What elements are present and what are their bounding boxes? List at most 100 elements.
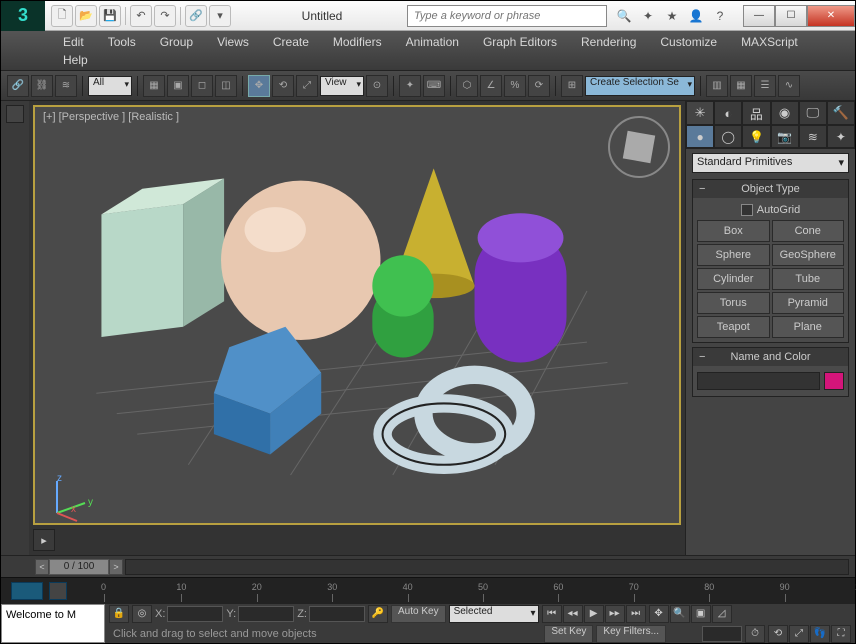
key-icon[interactable]: 🔑 — [368, 605, 388, 623]
link-icon[interactable]: 🔗 — [7, 75, 29, 97]
spinner-snap-icon[interactable]: ⟳ — [528, 75, 550, 97]
new-file-icon[interactable]: 🗋 — [51, 5, 73, 27]
menu-rendering[interactable]: Rendering — [569, 33, 648, 51]
named-selection-dropdown[interactable]: Create Selection Se — [585, 76, 695, 96]
timeline-track[interactable] — [125, 559, 849, 575]
object-color-swatch[interactable] — [824, 372, 844, 390]
tab-modify-icon[interactable]: ◐ — [714, 101, 742, 125]
tab-utilities-icon[interactable]: 🔨 — [827, 101, 855, 125]
y-input[interactable] — [238, 606, 294, 622]
nav-dolly-icon[interactable]: ⤢ — [789, 625, 809, 643]
keyfilters-button[interactable]: Key Filters... — [596, 625, 666, 643]
frame-input[interactable] — [702, 626, 742, 642]
autogrid-checkbox[interactable] — [741, 204, 753, 216]
btn-cone[interactable]: Cone — [772, 220, 845, 242]
timeline-next-icon[interactable]: > — [109, 559, 123, 575]
tab-motion-icon[interactable]: ◉ — [771, 101, 799, 125]
named-sel-icon[interactable]: ⊞ — [561, 75, 583, 97]
save-file-icon[interactable]: 💾 — [99, 5, 121, 27]
prev-frame-icon[interactable]: ◂◂ — [563, 605, 583, 623]
track-ruler-scale[interactable]: 0 10 20 30 40 50 60 70 80 90 100 — [101, 578, 855, 603]
axis-gizmo[interactable]: zyx — [43, 473, 93, 523]
menu-maxscript[interactable]: MAXScript — [729, 33, 810, 51]
maximize-button[interactable]: ☐ — [775, 5, 807, 27]
lock-icon[interactable]: 🔒 — [109, 605, 129, 623]
btn-tube[interactable]: Tube — [772, 268, 845, 290]
btn-teapot[interactable]: Teapot — [697, 316, 770, 338]
nav-fov-icon[interactable]: ◿ — [712, 605, 732, 623]
redo-icon[interactable]: ↷ — [154, 5, 176, 27]
keyboard-icon[interactable]: ⌨ — [423, 75, 445, 97]
rollout-header[interactable]: Object Type — [693, 180, 848, 198]
viewport-perspective[interactable]: [+] [Perspective ] [Realistic ] — [33, 105, 681, 525]
viewcube[interactable] — [609, 117, 669, 177]
nav-orbit-icon[interactable]: ⟲ — [768, 625, 788, 643]
isolate-icon[interactable]: ◎ — [132, 605, 152, 623]
reference-coord-dropdown[interactable]: View — [320, 76, 364, 96]
search-input[interactable] — [407, 5, 607, 27]
play-toggle-icon[interactable]: ▸ — [33, 529, 55, 551]
timeline-thumb[interactable]: 0 / 100 — [49, 559, 109, 575]
rect-select-icon[interactable]: ◻ — [191, 75, 213, 97]
tab-create-icon[interactable]: ✳ — [686, 101, 714, 125]
nav-pan-icon[interactable]: ✥ — [649, 605, 669, 623]
btn-cylinder[interactable]: Cylinder — [697, 268, 770, 290]
setkey-button[interactable]: Set Key — [544, 625, 593, 643]
time-config-icon[interactable]: ⏱ — [745, 625, 765, 643]
btn-plane[interactable]: Plane — [772, 316, 845, 338]
sub-cameras-icon[interactable]: 📷 — [771, 125, 799, 148]
minimize-button[interactable]: — — [743, 5, 775, 27]
nav-zoomext-icon[interactable]: ▣ — [691, 605, 711, 623]
selection-filter-dropdown[interactable]: All — [88, 76, 132, 96]
tab-hierarchy-icon[interactable]: 品 — [742, 101, 770, 125]
align-icon[interactable]: ▦ — [730, 75, 752, 97]
btn-pyramid[interactable]: Pyramid — [772, 292, 845, 314]
menu-help[interactable]: Help — [51, 51, 845, 69]
menu-tools[interactable]: Tools — [96, 33, 148, 51]
layout-preset-icon[interactable] — [6, 105, 24, 123]
track-mini2-icon[interactable] — [49, 582, 67, 600]
play-icon[interactable]: ▶ — [584, 605, 604, 623]
keymode-dropdown[interactable]: Selected — [449, 605, 539, 623]
snap-icon[interactable]: ⬡ — [456, 75, 478, 97]
angle-snap-icon[interactable]: ∠ — [480, 75, 502, 97]
btn-sphere[interactable]: Sphere — [697, 244, 770, 266]
layers-icon[interactable]: ☰ — [754, 75, 776, 97]
viewport-label[interactable]: [+] [Perspective ] [Realistic ] — [43, 111, 179, 123]
user-icon[interactable]: 👤 — [685, 5, 707, 27]
nav-zoom-icon[interactable]: 🔍 — [670, 605, 690, 623]
undo-icon[interactable]: ↶ — [130, 5, 152, 27]
maxscript-listener[interactable]: Welcome to M — [1, 604, 105, 643]
menu-views[interactable]: Views — [205, 33, 261, 51]
menu-graph-editors[interactable]: Graph Editors — [471, 33, 569, 51]
tab-display-icon[interactable]: 🖵 — [799, 101, 827, 125]
sub-helpers-icon[interactable]: ≋ — [799, 125, 827, 148]
menu-animation[interactable]: Animation — [394, 33, 471, 51]
timeline-prev-icon[interactable]: < — [35, 559, 49, 575]
pivot-icon[interactable]: ⊙ — [366, 75, 388, 97]
rollout-header[interactable]: Name and Color — [693, 348, 848, 366]
z-input[interactable] — [309, 606, 365, 622]
sub-lights-icon[interactable]: 💡 — [742, 125, 770, 148]
select-icon[interactable]: ▦ — [143, 75, 165, 97]
link-icon[interactable]: 🔗 — [185, 5, 207, 27]
track-mini-icon[interactable] — [11, 582, 43, 600]
next-frame-icon[interactable]: ▸▸ — [605, 605, 625, 623]
select-name-icon[interactable]: ▣ — [167, 75, 189, 97]
primitive-category-dropdown[interactable]: Standard Primitives — [692, 153, 849, 173]
sub-geometry-icon[interactable]: ● — [686, 125, 714, 148]
menu-edit[interactable]: Edit — [51, 33, 96, 51]
btn-geosphere[interactable]: GeoSphere — [772, 244, 845, 266]
unlink-icon[interactable]: ⛓ — [31, 75, 53, 97]
menu-group[interactable]: Group — [148, 33, 205, 51]
open-file-icon[interactable]: 📂 — [75, 5, 97, 27]
binoculars-icon[interactable]: 🔍 — [613, 5, 635, 27]
object-name-input[interactable] — [697, 372, 820, 390]
bind-icon[interactable]: ≋ — [55, 75, 77, 97]
menu-modifiers[interactable]: Modifiers — [321, 33, 394, 51]
nav-max-icon[interactable]: ⛶ — [831, 625, 851, 643]
help-icon[interactable]: ? — [709, 5, 731, 27]
nav-walk-icon[interactable]: 👣 — [810, 625, 830, 643]
rotate-icon[interactable]: ⟲ — [272, 75, 294, 97]
btn-torus[interactable]: Torus — [697, 292, 770, 314]
